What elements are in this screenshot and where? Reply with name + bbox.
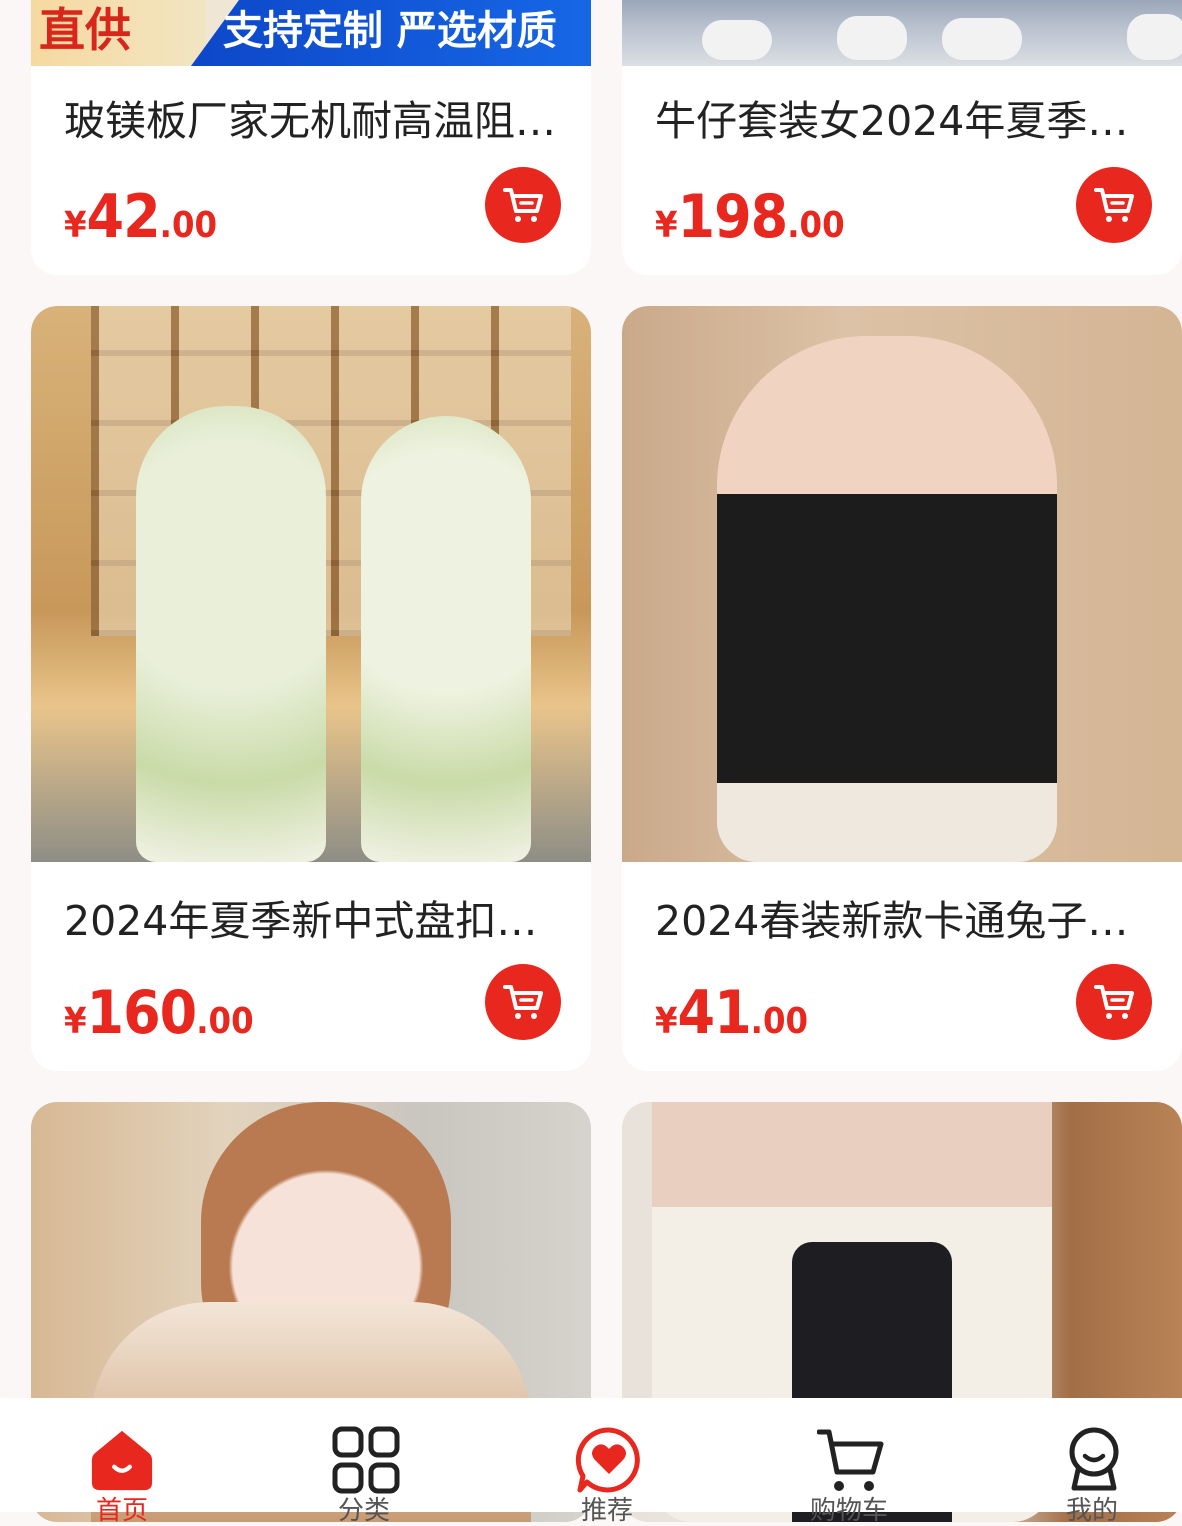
product-card[interactable]: 2024年夏季新中式盘扣连衣裙 ¥160.00 <box>31 306 591 1071</box>
product-price: ¥160.00 <box>64 978 254 1048</box>
add-to-cart-button[interactable] <box>485 167 561 243</box>
product-image[interactable] <box>622 306 1182 862</box>
currency-symbol: ¥ <box>64 205 87 246</box>
product-title[interactable]: 牛仔套装女2024年夏季新款 <box>655 96 1152 146</box>
currency-symbol: ¥ <box>64 1001 87 1042</box>
price-integer: 41 <box>677 978 752 1048</box>
cart-icon <box>1094 985 1134 1019</box>
product-title[interactable]: 玻镁板厂家无机耐高温阻燃防火板 <box>64 96 561 146</box>
nav-item-mine[interactable]: 我的 <box>1012 1398 1172 1526</box>
product-card[interactable]: 直供 支持定制 严选材质 玻镁板厂家无机耐高温阻燃防火板 ¥42.00 <box>31 0 591 275</box>
product-price: ¥41.00 <box>655 978 808 1048</box>
sneaker-shape <box>1127 14 1182 60</box>
price-decimal: .00 <box>159 205 218 246</box>
banner-left-text: 直供 <box>39 3 131 57</box>
nav-item-category[interactable]: 分类 <box>284 1398 444 1526</box>
bottom-navigation: 首页 分类 推荐 购物车 我的 <box>0 1398 1182 1526</box>
nav-label-mine: 我的 <box>1065 1496 1118 1526</box>
nav-item-cart[interactable]: 购物车 <box>769 1398 929 1526</box>
home-icon <box>91 1430 153 1491</box>
currency-symbol: ¥ <box>655 1001 678 1042</box>
price-integer: 160 <box>86 978 198 1048</box>
grid-icon <box>332 1426 400 1494</box>
product-image[interactable] <box>622 0 1182 66</box>
price-decimal: .00 <box>750 1001 809 1042</box>
banner-right-text: 支持定制 严选材质 <box>223 8 557 54</box>
sneaker-shape <box>942 18 1022 60</box>
nav-label-category: 分类 <box>337 1496 390 1526</box>
product-card[interactable]: 2024春装新款卡通兔子印花衬衫 ¥41.00 <box>622 306 1182 1071</box>
nav-item-recommend[interactable]: 推荐 <box>527 1398 687 1526</box>
price-integer: 198 <box>677 182 789 252</box>
product-price: ¥42.00 <box>64 182 217 252</box>
sneaker-shape <box>837 16 907 60</box>
product-price: ¥198.00 <box>655 182 845 252</box>
nav-label-recommend: 推荐 <box>580 1496 633 1526</box>
cart-icon <box>1094 188 1134 222</box>
nav-label-home: 首页 <box>95 1496 148 1526</box>
price-decimal: .00 <box>196 1001 254 1042</box>
product-image[interactable]: 直供 支持定制 严选材质 <box>31 0 591 66</box>
nav-label-cart: 购物车 <box>809 1496 888 1526</box>
product-card[interactable]: 牛仔套装女2024年夏季新款 ¥198.00 <box>622 0 1182 275</box>
cart-icon <box>503 985 543 1019</box>
add-to-cart-button[interactable] <box>1076 167 1152 243</box>
cart-icon <box>817 1429 884 1491</box>
model-figure <box>136 406 326 862</box>
heart-icon <box>575 1427 640 1493</box>
add-to-cart-button[interactable] <box>1076 964 1152 1040</box>
nav-item-home[interactable]: 首页 <box>42 1398 202 1526</box>
product-title[interactable]: 2024年夏季新中式盘扣连衣裙 <box>64 896 561 946</box>
price-integer: 42 <box>86 182 161 252</box>
sneaker-shape <box>702 20 772 60</box>
model-figure <box>717 336 1057 862</box>
user-icon <box>1069 1427 1119 1491</box>
currency-symbol: ¥ <box>655 205 678 246</box>
price-decimal: .00 <box>787 205 845 246</box>
product-title[interactable]: 2024春装新款卡通兔子印花衬衫 <box>655 896 1152 946</box>
cart-icon <box>503 188 543 222</box>
model-figure <box>361 416 531 862</box>
add-to-cart-button[interactable] <box>485 964 561 1040</box>
product-image[interactable] <box>31 306 591 862</box>
